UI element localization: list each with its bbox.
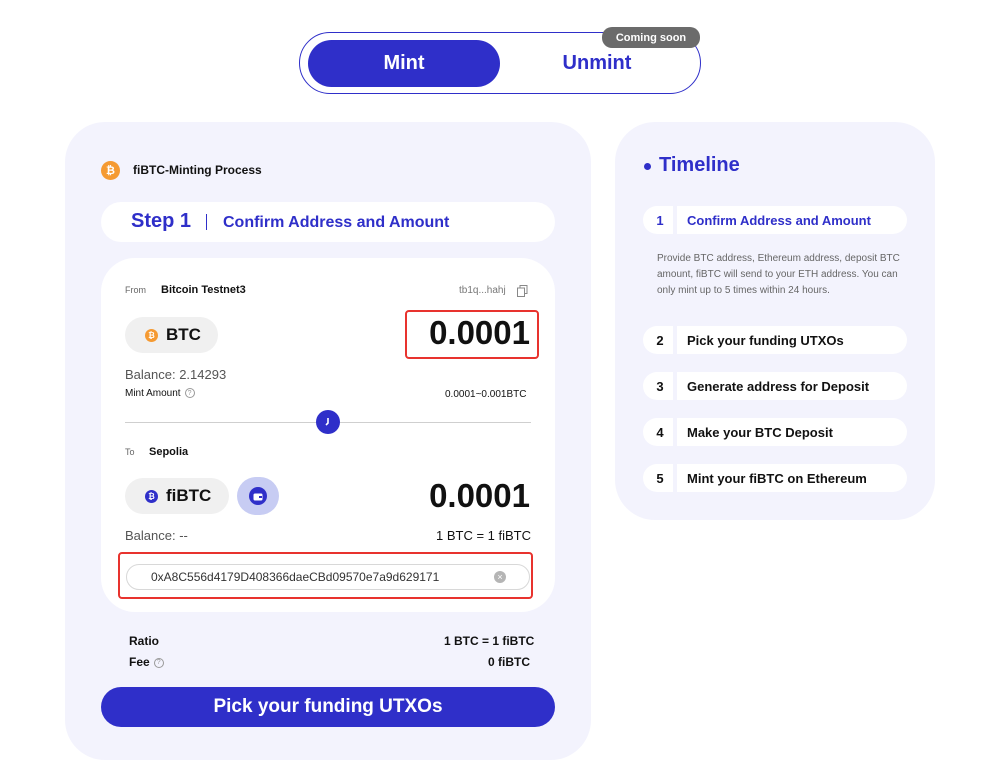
timeline-step-number: 3 bbox=[656, 379, 664, 394]
slider-thumb[interactable] bbox=[316, 410, 340, 434]
to-rate: 1 BTC = 1 fiBTC bbox=[436, 528, 531, 543]
timeline-step-number: 5 bbox=[656, 471, 664, 486]
timeline-step-number: 2 bbox=[656, 333, 664, 348]
to-network: Sepolia bbox=[149, 446, 189, 458]
timeline-step-4: 4 Make your BTC Deposit bbox=[643, 418, 907, 446]
step-header: Step 1 Confirm Address and Amount bbox=[101, 202, 555, 242]
fibtc-coin-icon: ₿ bbox=[145, 489, 158, 503]
to-token-label: fiBTC bbox=[166, 486, 212, 505]
step-divider bbox=[206, 214, 207, 230]
fee-help-icon[interactable]: ? bbox=[153, 657, 164, 668]
from-network: Bitcoin Testnet3 bbox=[161, 284, 246, 296]
timeline-bullet bbox=[644, 163, 651, 170]
step-title: Confirm Address and Amount bbox=[223, 214, 450, 231]
coming-soon-badge: Coming soon bbox=[602, 27, 700, 48]
mint-range: 0.0001~0.001BTC bbox=[445, 389, 527, 400]
wallet-icon bbox=[249, 487, 267, 505]
timeline-step-label: Confirm Address and Amount bbox=[687, 213, 871, 228]
from-balance: Balance: 2.14293 bbox=[125, 367, 227, 382]
timeline-step-divider bbox=[673, 372, 677, 400]
ratio-label: Ratio bbox=[129, 634, 159, 648]
bitcoin-icon: ₿ bbox=[101, 161, 120, 180]
wallet-button[interactable] bbox=[237, 477, 279, 515]
mint-amount-label: Mint Amount? bbox=[125, 388, 195, 399]
copy-icon[interactable] bbox=[517, 284, 528, 297]
from-token-pill[interactable]: ₿ BTC bbox=[125, 317, 218, 353]
amount-highlight-box bbox=[405, 310, 539, 359]
timeline-step-5: 5 Mint your fiBTC on Ethereum bbox=[643, 464, 907, 492]
pick-utxos-button[interactable]: Pick your funding UTXOs bbox=[101, 687, 555, 727]
timeline-step-label: Make your BTC Deposit bbox=[687, 425, 833, 440]
timeline-step-number: 1 bbox=[656, 213, 664, 228]
timeline-step-divider bbox=[673, 326, 677, 354]
timeline-step-number: 4 bbox=[656, 425, 664, 440]
timeline-description: Provide BTC address, Ethereum address, d… bbox=[657, 253, 900, 296]
timeline-step-label: Generate address for Deposit bbox=[687, 379, 870, 394]
timeline-step-1: 1 Confirm Address and Amount bbox=[643, 206, 907, 234]
fee-label: Fee? bbox=[129, 655, 164, 669]
timeline-step-divider bbox=[673, 206, 677, 234]
timeline-step-2: 2 Pick your funding UTXOs bbox=[643, 326, 907, 354]
from-address-short: tb1q...hahj bbox=[459, 285, 506, 296]
help-icon[interactable]: ? bbox=[184, 388, 195, 399]
from-label: From bbox=[125, 285, 146, 295]
btc-coin-icon: ₿ bbox=[145, 328, 158, 342]
eth-address-input[interactable]: 0xA8C556d4179D408366daeCBd09570e7a9d6291… bbox=[126, 564, 530, 590]
from-token-label: BTC bbox=[166, 325, 201, 344]
timeline-step-label: Mint your fiBTC on Ethereum bbox=[687, 471, 867, 486]
step-number: Step 1 bbox=[131, 210, 192, 232]
timeline-step-divider bbox=[673, 418, 677, 446]
timeline-step-3: 3 Generate address for Deposit bbox=[643, 372, 907, 400]
timeline-title: Timeline bbox=[659, 154, 740, 176]
timeline-step-label: Pick your funding UTXOs bbox=[687, 333, 844, 348]
to-label: To bbox=[125, 447, 135, 457]
to-amount: 0.0001 bbox=[429, 477, 530, 514]
to-balance: Balance: -- bbox=[125, 528, 188, 543]
mint-tab[interactable]: Mint bbox=[308, 40, 500, 87]
to-token-pill[interactable]: ₿ fiBTC bbox=[125, 478, 229, 514]
timeline-step-divider bbox=[673, 464, 677, 492]
timeline-card bbox=[615, 122, 935, 520]
process-title: fiBTC-Minting Process bbox=[133, 163, 262, 177]
clear-icon[interactable]: × bbox=[494, 571, 506, 583]
fee-value: 0 fiBTC bbox=[488, 655, 530, 669]
ratio-value: 1 BTC = 1 fiBTC bbox=[444, 634, 535, 648]
